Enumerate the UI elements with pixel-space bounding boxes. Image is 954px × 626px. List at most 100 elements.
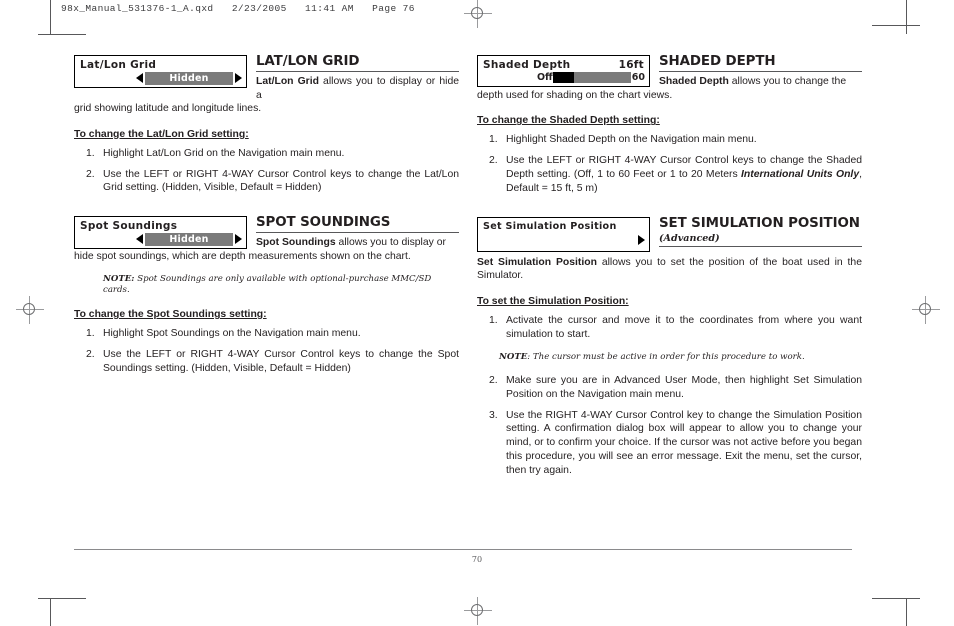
spot-soundings-widget-title: Spot Soundings [75,217,246,233]
section-heading: SPOT SOUNDINGS [256,215,391,231]
step-emphasis: International Units Only [741,168,860,180]
step-item: 1. Highlight Spot Soundings on the Navig… [74,327,459,341]
step-number: 2. [86,348,95,360]
lat-lon-grid-widget-row: Lat/Lon Grid Hidden LAT/LON GRID Lat/Lon… [74,54,459,102]
step-number: 1. [489,134,498,146]
step-item: 2. Make sure you are in Advanced User Mo… [477,374,862,402]
step-text: Activate the cursor and move it to the c… [506,315,862,340]
shaded-depth-widget-title-text: Shaded Depth [483,59,571,71]
right-column: Shaded Depth 16ft Off 60 SHADED DEPTH Sh… [477,54,862,485]
intro-bold-term: Shaded Depth [659,76,729,88]
procedure-steps: 1. Activate the cursor and move it to th… [477,314,862,342]
step-number: 1. [489,315,498,327]
procedure-steps-continued: 2. Make sure you are in Advanced User Mo… [477,374,862,478]
note-label: NOTE [499,351,528,362]
shaded-depth-slider[interactable]: Off 60 [478,72,649,86]
spot-soundings-widget-row: Spot Soundings Hidden SPOT SOUNDINGS Spo… [74,216,459,250]
heading-rule [659,245,862,247]
step-text: Make sure you are in Advanced User Mode,… [506,374,862,400]
step-item: 3. Use the RIGHT 4-WAY Cursor Control ke… [477,409,862,478]
section-intro: Shaded Depth allows you to change the [659,75,862,89]
section-body: grid showing latitude and longitude line… [74,103,262,115]
set-sim-position-widget-title: Set Simulation Position [478,218,649,233]
section-intro: Set Simulation Position allows you to se… [477,256,862,283]
heading-rule [659,71,862,73]
section-body: depth used for shading on the chart view… [477,89,673,101]
set-simulation-position-menu-widget[interactable]: Set Simulation Position [477,216,650,252]
section-spot-soundings: Spot Soundings Hidden SPOT SOUNDINGS Spo… [74,216,459,375]
arrow-left-icon[interactable] [136,73,143,83]
step-number: 2. [86,168,95,180]
step-item: 1. Highlight Shaded Depth on the Navigat… [477,133,862,147]
note-text: : The cursor must be active in order for… [527,351,805,362]
step-text: Use the LEFT or RIGHT 4-WAY Cursor Contr… [103,168,459,194]
heading-rule [256,71,459,73]
step-number: 1. [86,327,95,339]
spot-soundings-widget-title-text: Spot Soundings [80,220,178,233]
step-text: Use the RIGHT 4-WAY Cursor Control key t… [506,409,862,476]
procedure-title: To change the Shaded Depth setting: [477,115,660,127]
arrow-right-icon[interactable] [638,235,645,246]
section-heading: SET SIMULATION POSITION [659,215,860,231]
section-intro: Lat/Lon Grid allows you to display or hi… [256,75,459,102]
procedure-steps: 1. Highlight Spot Soundings on the Navig… [74,327,459,375]
footer-rule [74,549,852,550]
step-item: 2. Use the LEFT or RIGHT 4-WAY Cursor Co… [74,168,459,196]
procedure-title: To change the Spot Soundings setting: [74,308,267,320]
slider-track[interactable] [552,72,631,83]
spot-soundings-value: Hidden [145,232,233,246]
step-text: Highlight Lat/Lon Grid on the Navigation… [103,147,345,159]
step-number: 1. [86,147,95,159]
section-subheading: (Advanced) [659,232,720,244]
arrow-right-icon[interactable] [235,234,242,245]
left-column: Lat/Lon Grid Hidden LAT/LON GRID Lat/Lon… [74,54,459,382]
arrow-right-icon[interactable] [235,73,242,83]
procedure-steps: 1. Highlight Shaded Depth on the Navigat… [477,133,862,195]
step-number: 3. [489,409,498,421]
step-text: Highlight Spot Soundings on the Navigati… [103,327,361,339]
slider-fill [552,72,574,83]
step-text: Use the LEFT or RIGHT 4-WAY Cursor Contr… [103,348,459,374]
intro-rest: allows you to change the [728,76,847,88]
lat-lon-grid-widget-title-text: Lat/Lon Grid [80,59,157,71]
heading-rule [256,232,459,234]
lat-lon-grid-selector[interactable]: Hidden [75,71,246,87]
step-item: 2. Use the LEFT or RIGHT 4-WAY Cursor Co… [477,154,862,195]
arrow-left-icon[interactable] [136,234,143,245]
section-heading: SHADED DEPTH [659,54,776,69]
section-shaded-depth: Shaded Depth 16ft Off 60 SHADED DEPTH Sh… [477,54,862,196]
lat-lon-grid-menu-widget[interactable]: Lat/Lon Grid Hidden [74,55,247,88]
procedure-title: To change the Lat/Lon Grid setting: [74,128,249,140]
note-set-sim-position: NOTE: The cursor must be active in order… [499,352,862,363]
manual-page: Lat/Lon Grid Hidden LAT/LON GRID Lat/Lon… [0,0,954,626]
shaded-depth-menu-widget[interactable]: Shaded Depth 16ft Off 60 [477,55,650,87]
set-sim-position-widget-title-text: Set Simulation Position [483,220,617,232]
slider-max-label: 60 [631,72,645,83]
step-number: 2. [489,155,498,167]
note-text: Spot Soundings are only available with o… [103,273,432,295]
intro-rest: allows you to display or [335,237,446,249]
section-set-simulation-position: Set Simulation Position SET SIMULATION P… [477,215,862,478]
shaded-depth-head: SHADED DEPTH Shaded Depth allows you to … [650,54,862,89]
section-lat-lon-grid: Lat/Lon Grid Hidden LAT/LON GRID Lat/Lon… [74,54,459,195]
spot-soundings-menu-widget[interactable]: Spot Soundings Hidden [74,216,247,250]
shaded-depth-widget-value: 16ft [618,59,644,71]
step-item: 1. Highlight Lat/Lon Grid on the Navigat… [74,147,459,161]
procedure-steps: 1. Highlight Lat/Lon Grid on the Navigat… [74,147,459,195]
lat-lon-grid-head: LAT/LON GRID Lat/Lon Grid allows you to … [247,54,459,102]
section-intro: Spot Soundings allows you to display or [256,236,459,250]
note-label: NOTE: [103,273,135,284]
set-sim-position-widget-row: Set Simulation Position SET SIMULATION P… [477,215,862,252]
set-sim-position-head: SET SIMULATION POSITION (Advanced) [650,215,862,250]
note-spot-soundings: NOTE: Spot Soundings are only available … [103,274,459,296]
spot-soundings-head: SPOT SOUNDINGS Spot Soundings allows you… [247,216,459,250]
step-number: 2. [489,374,498,386]
intro-bold-term: Spot Soundings [256,237,336,249]
section-body: hide spot soundings, which are depth mea… [74,250,411,262]
spot-soundings-selector[interactable]: Hidden [75,232,246,248]
page-number: 70 [471,555,483,564]
lat-lon-grid-widget-title: Lat/Lon Grid [75,56,246,72]
slider-min-label: Off [536,72,553,83]
set-sim-position-selector[interactable] [478,233,649,251]
lat-lon-grid-value: Hidden [145,71,233,85]
